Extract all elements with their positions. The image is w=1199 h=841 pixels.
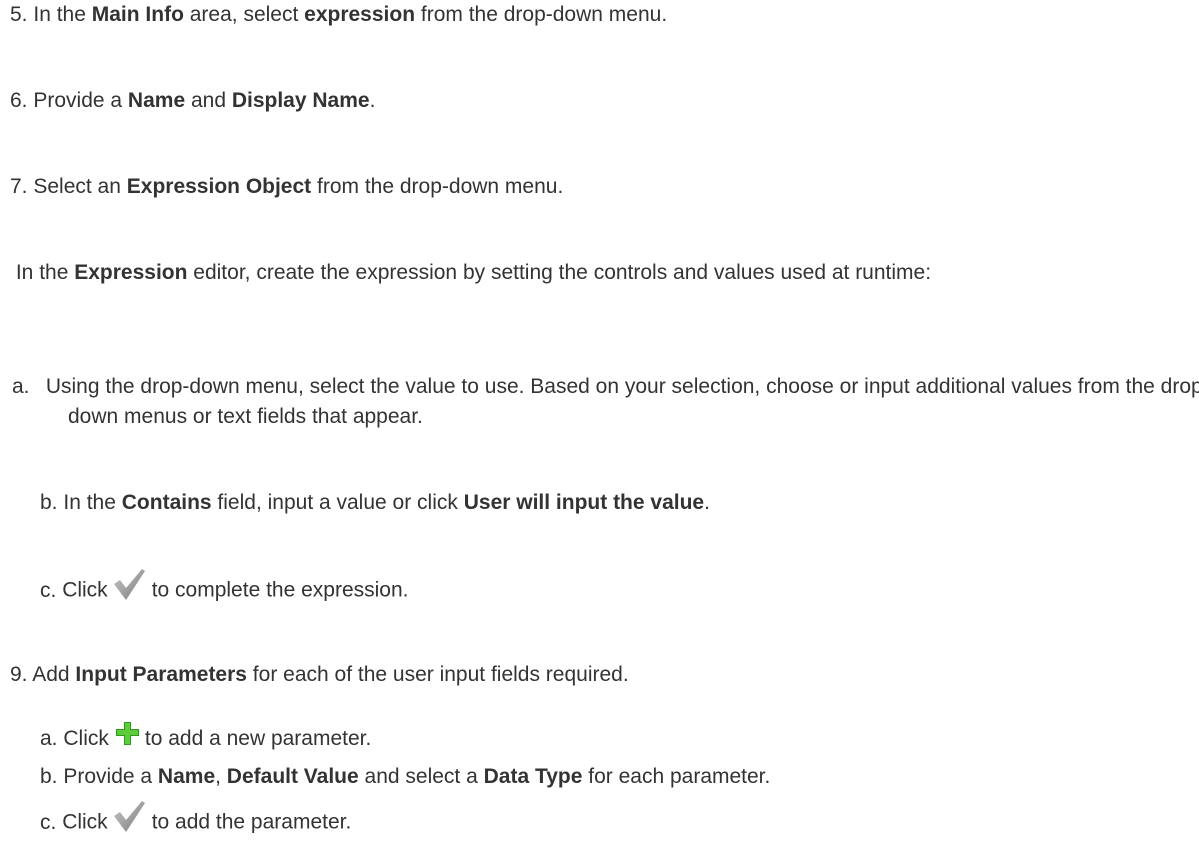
ui-term: Contains (121, 491, 212, 514)
substep-text: In the (63, 491, 122, 514)
step-text: Add (32, 663, 76, 686)
substep-letter: b. (40, 491, 58, 514)
step-7: 7. Select an Expression Object from the … (10, 172, 563, 202)
substep-text: Click (62, 810, 108, 834)
ui-term: Input Parameters (75, 663, 247, 686)
substep-letter: a. (40, 727, 58, 750)
step-6: 6. Provide a Name and Display Name. (10, 86, 375, 116)
step-9: 9. Add Input Parameters for each of the … (10, 660, 629, 690)
substep-text: and select a (358, 765, 484, 788)
step-number: 7. (10, 175, 28, 198)
substep-8a: a. Using the drop-down menu, select the … (12, 372, 1199, 432)
substep-text: Using the drop-down menu, select the val… (45, 375, 1199, 428)
substep-text: to complete the expression. (151, 578, 409, 602)
substep-text: Click (63, 727, 109, 750)
ui-term: Display Name (231, 89, 370, 112)
substep-8b: b. In the Contains field, input a value … (40, 488, 710, 518)
substep-9c: c. Click to add the parameter. (40, 801, 352, 840)
step-number: 5. (10, 3, 28, 26)
substep-letter: c. (40, 578, 57, 602)
step-text: for each of the user input fields requir… (246, 663, 629, 686)
step-text: In the (33, 3, 92, 26)
step-text: editor, create the expression by setting… (187, 261, 932, 284)
ui-term: Expression Object (126, 175, 312, 198)
substep-text: . (704, 491, 710, 514)
substep-text: to add a new parameter. (144, 727, 372, 750)
ui-term: Name (157, 765, 216, 788)
substep-text: for each parameter. (582, 765, 771, 788)
step-text: and (185, 89, 232, 112)
substep-8c: c. Click to complete the expression. (40, 569, 409, 608)
substep-text: to add the parameter. (151, 810, 352, 834)
green-plus-icon (115, 722, 139, 746)
step-text: . (369, 89, 376, 112)
ui-term: Main Info (91, 3, 184, 26)
ui-term: Expression (74, 261, 188, 284)
ui-term: Data Type (483, 765, 583, 788)
substep-text: Provide a (63, 765, 158, 788)
step-8: 8. In the Expression editor, create the … (10, 258, 998, 288)
step-number: 6. (10, 89, 28, 112)
step-text: area, select (183, 3, 305, 26)
checkmark-icon (113, 569, 145, 600)
substep-letter: b. (40, 765, 58, 788)
ui-term: Default Value (226, 765, 359, 788)
substep-text: Click (62, 578, 108, 602)
substep-9b: b. Provide a Name, Default Value and sel… (40, 762, 770, 792)
step-text: Select an (33, 175, 127, 198)
substep-text: , (215, 765, 227, 788)
substep-text: field, input a value or click (211, 491, 464, 514)
ui-term: User will input the value (463, 491, 705, 514)
ui-term: Name (127, 89, 186, 112)
checkmark-icon (113, 801, 145, 832)
step-text: from the drop-down menu. (415, 3, 668, 26)
step-text: from the drop-down menu. (311, 175, 564, 198)
step-text: Provide a (33, 89, 128, 112)
substep-letter: c. (40, 810, 57, 834)
step-text: In the (15, 261, 75, 284)
step-5: 5. In the Main Info area, select express… (10, 0, 667, 30)
ui-term: expression (304, 3, 416, 26)
substep-9a: a. Click to add a new parameter. (40, 722, 372, 754)
step-number: 9. (10, 663, 28, 686)
